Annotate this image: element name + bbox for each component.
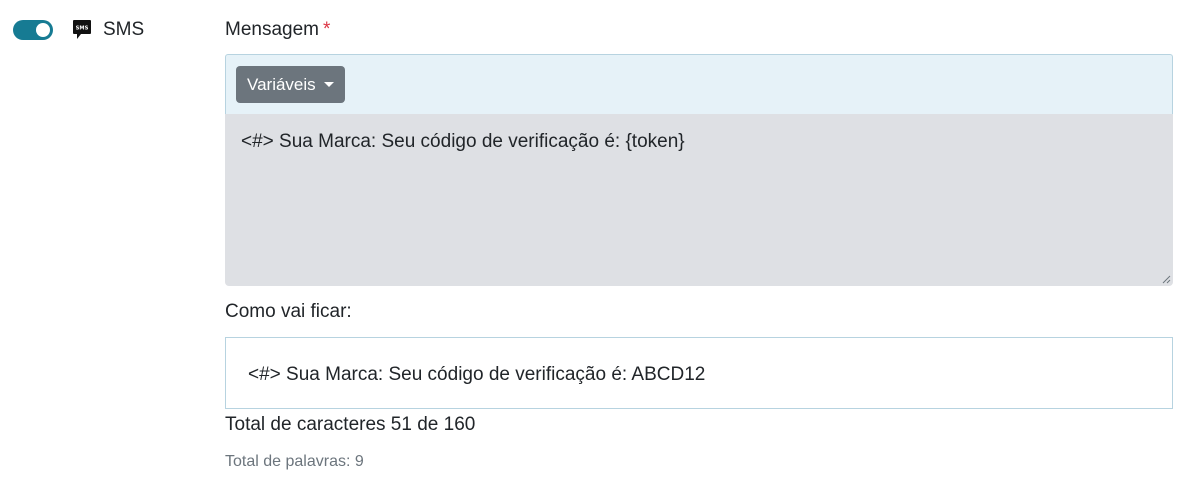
preview-text: <#> Sua Marca: Seu código de verificação… bbox=[248, 364, 706, 385]
sms-toggle[interactable] bbox=[13, 20, 53, 40]
channel-label: SMS bbox=[103, 19, 145, 40]
resize-grip-icon[interactable] bbox=[1162, 275, 1171, 284]
variables-button-label: Variáveis bbox=[247, 74, 316, 94]
toggle-knob bbox=[36, 23, 50, 37]
svg-text:SMS: SMS bbox=[76, 26, 89, 32]
preview-box: <#> Sua Marca: Seu código de verificação… bbox=[225, 337, 1173, 409]
required-mark: * bbox=[323, 19, 331, 40]
message-textarea[interactable]: <#> Sua Marca: Seu código de verificação… bbox=[225, 114, 1173, 286]
preview-label: Como vai ficar: bbox=[225, 301, 352, 322]
word-count: Total de palavras: 9 bbox=[225, 453, 364, 470]
message-label: Mensagem * bbox=[225, 19, 330, 41]
sms-channel: SMS SMS bbox=[13, 19, 144, 41]
character-count: Total de caracteres 51 de 160 bbox=[225, 414, 476, 435]
sms-icon: SMS bbox=[73, 20, 91, 39]
editor-toolbar: Variáveis bbox=[225, 54, 1173, 114]
caret-down-icon bbox=[323, 82, 334, 87]
sms-settings-page: SMS SMS Mensagem * Variáveis <#> Sua Marc… bbox=[0, 0, 1186, 493]
variables-dropdown-button[interactable]: Variáveis bbox=[236, 66, 345, 103]
message-text: <#> Sua Marca: Seu código de verificação… bbox=[241, 131, 685, 152]
message-label-text: Mensagem bbox=[225, 19, 319, 40]
